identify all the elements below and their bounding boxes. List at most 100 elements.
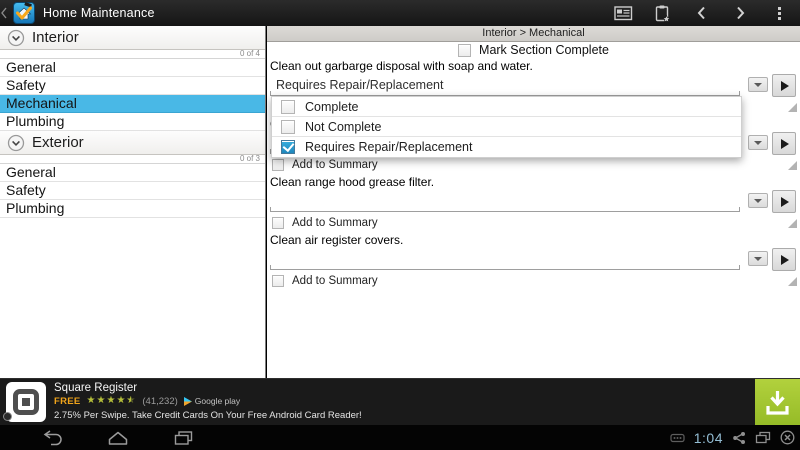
section-label: Interior (32, 29, 79, 46)
home-button[interactable] (101, 425, 135, 450)
chevron-left-icon (697, 6, 705, 20)
status-option-not-complete[interactable]: Not Complete (272, 117, 741, 137)
chevron-down-icon (754, 256, 762, 261)
resize-grippy-icon (788, 103, 797, 112)
square-register-app-icon (6, 382, 46, 422)
up-caret-icon[interactable] (1, 7, 7, 19)
ad-banner[interactable]: Square Register FREE ★ ★ ★ ★ ★ ★ (41,232) Goo… (0, 378, 800, 426)
status-option-requires-repair[interactable]: Requires Repair/Replacement (272, 137, 741, 157)
next-section-button[interactable] (729, 2, 751, 24)
task-block: Clean air register covers. Add to Summar… (267, 232, 800, 290)
system-navigation-bar: 1:04 (0, 425, 800, 450)
sidebar-item-interior-plumbing[interactable]: Plumbing (0, 113, 265, 131)
previous-section-button[interactable] (690, 2, 712, 24)
option-checkbox[interactable] (281, 99, 295, 114)
download-button[interactable] (755, 379, 800, 426)
action-bar: Home Maintenance (0, 0, 800, 26)
option-checkbox-checked[interactable] (281, 140, 295, 154)
task-action-button[interactable] (772, 190, 796, 213)
add-to-summary-checkbox[interactable] (272, 275, 284, 287)
windows-icon (755, 431, 771, 444)
task-text: Clean range hood grease filter. (270, 175, 435, 189)
app-title: Home Maintenance (43, 6, 155, 20)
add-to-summary-label: Add to Summary (292, 275, 378, 287)
play-icon (781, 138, 789, 149)
task-block: Clean range hood grease filter. Add to S… (267, 174, 800, 232)
usb-icon (670, 433, 685, 442)
ad-app-name: Square Register (54, 382, 138, 394)
section-progress: 0 of 3 (0, 155, 265, 164)
collapse-icon (7, 134, 25, 151)
recents-icon (174, 431, 193, 445)
task-action-button[interactable] (772, 248, 796, 271)
chevron-right-icon (736, 6, 744, 20)
sidebar-section-exterior[interactable]: Exterior (0, 131, 265, 155)
google-play-icon (183, 396, 192, 406)
play-icon (781, 196, 789, 207)
status-dropdown-button[interactable] (748, 251, 768, 266)
add-to-summary-label: Add to Summary (292, 217, 378, 229)
adchoices-icon (3, 412, 12, 421)
status-option-complete[interactable]: Complete (272, 97, 741, 117)
multi-window-button[interactable] (755, 425, 771, 450)
chevron-down-icon (754, 198, 762, 203)
home-icon (108, 431, 128, 445)
status-dropdown-button[interactable] (748, 77, 768, 92)
task-status-field[interactable] (270, 248, 740, 270)
app-icon[interactable] (13, 2, 35, 24)
sidebar-item-exterior-safety[interactable]: Safety (0, 182, 265, 200)
ad-tagline: 2.75% Per Swipe. Take Credit Cards On Yo… (54, 410, 362, 421)
section-summary-button[interactable] (612, 2, 634, 24)
ad-store-label: Google play (194, 396, 241, 406)
ad-stars: ★ ★ ★ ★ ★ ★ (86, 395, 136, 406)
add-to-summary-checkbox[interactable] (272, 217, 284, 229)
sidebar-section-interior[interactable]: Interior (0, 26, 265, 50)
resize-grippy-icon (788, 277, 797, 286)
chevron-down-icon (754, 82, 762, 87)
recents-button[interactable] (166, 425, 200, 450)
close-button[interactable] (780, 425, 795, 450)
task-text: Clean air register covers. (270, 233, 404, 247)
sidebar-item-interior-safety[interactable]: Safety (0, 77, 265, 95)
status-dropdown-button[interactable] (748, 135, 768, 150)
overflow-menu-button[interactable] (768, 2, 790, 24)
clock: 1:04 (693, 429, 723, 446)
sidebar-item-interior-general[interactable]: General (0, 59, 265, 77)
section-label: Exterior (32, 134, 84, 151)
overflow-menu-icon (777, 6, 781, 20)
task-status-field[interactable]: Requires Repair/Replacement (270, 74, 740, 96)
back-button[interactable] (36, 425, 70, 450)
clipboard-star-icon (655, 5, 671, 23)
status-dropdown-popup: Complete Not Complete Requires Repair/Re… (271, 96, 742, 158)
mark-section-checkbox[interactable] (458, 43, 472, 57)
sidebar-item-exterior-plumbing[interactable]: Plumbing (0, 200, 265, 218)
mark-section-label: Mark Section Complete (479, 43, 609, 57)
clipboard-note-button[interactable] (651, 2, 673, 24)
ad-price: FREE (54, 395, 81, 407)
option-checkbox[interactable] (281, 119, 295, 134)
sidebar-item-interior-mechanical[interactable]: Mechanical (0, 95, 265, 113)
task-text: Clean out garbarge disposal with soap an… (270, 59, 533, 73)
report-icon (613, 5, 632, 20)
section-list: Interior 0 of 4 General Safety Mechanica… (0, 26, 266, 378)
add-to-summary-checkbox[interactable] (272, 159, 284, 171)
resize-grippy-icon (788, 161, 797, 170)
task-action-button[interactable] (772, 74, 796, 97)
resize-grippy-icon (788, 219, 797, 228)
task-status-field[interactable] (270, 190, 740, 212)
task-action-button[interactable] (772, 132, 796, 155)
breadcrumb: Interior > Mechanical (267, 26, 800, 42)
close-circle-icon (780, 430, 795, 445)
share-icon (733, 431, 745, 444)
ad-rating-count: (41,232) (142, 395, 178, 407)
share-button[interactable] (732, 425, 746, 450)
add-to-summary-label: Add to Summary (292, 159, 378, 171)
collapse-icon (7, 29, 25, 46)
download-icon (766, 390, 789, 415)
task-panel: Interior > Mechanical Mark Section Compl… (267, 26, 800, 378)
section-progress: 0 of 4 (0, 50, 265, 59)
play-icon (781, 254, 789, 265)
status-dropdown-button[interactable] (748, 193, 768, 208)
back-icon (43, 429, 62, 445)
sidebar-item-exterior-general[interactable]: General (0, 164, 265, 182)
